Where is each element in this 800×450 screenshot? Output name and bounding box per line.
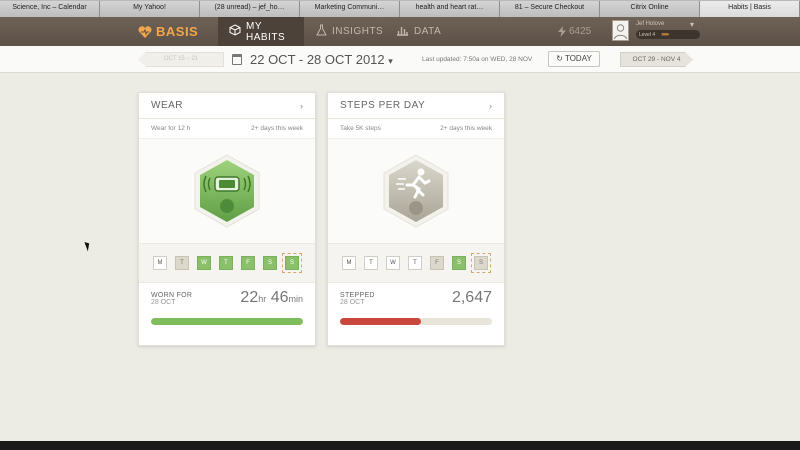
day-saturday[interactable]: S (452, 256, 466, 270)
habit-card-steps: STEPS PER DAY › Take 5K steps 2+ days th… (327, 92, 505, 346)
card-title: STEPS PER DAY (340, 100, 426, 111)
date-range-selector[interactable]: 22 OCT - 28 OCT 2012 ▾ (250, 52, 393, 67)
nav-data[interactable]: DATA (396, 17, 441, 46)
wear-watch-badge-icon (194, 154, 260, 228)
browser-tab[interactable]: health and heart rat… (400, 1, 500, 17)
user-level-label: Level 4 (639, 31, 656, 38)
avatar[interactable] (612, 20, 629, 41)
stat-value: 2,647 (451, 289, 492, 306)
running-man-badge-icon (383, 154, 449, 228)
date-range-label: 22 OCT - 28 OCT 2012 (250, 52, 385, 67)
progress-bar-fill (151, 318, 303, 325)
weekday-tracker: M T W T F S S (139, 243, 315, 283)
browser-tab[interactable]: My Yahoo! (100, 1, 200, 17)
habit-card-wear: WEAR › Wear for 12 h 2+ days this week M… (138, 92, 316, 346)
weekday-tracker: M T W T F S S (328, 243, 504, 283)
card-goal-row: Wear for 12 h 2+ days this week (139, 119, 315, 139)
calendar-icon[interactable] (232, 54, 242, 65)
last-updated-text: Last updated: 7:50a on WED, 28 NOV (422, 56, 533, 63)
browser-tab[interactable]: Marketing Communi… (300, 1, 400, 17)
card-header[interactable]: STEPS PER DAY › (328, 93, 504, 119)
taskbar-strip (0, 441, 800, 450)
app-header: BASIS MY HABITS INSIGHTS DATA 6425 Jef H… (0, 17, 800, 46)
browser-tab-active[interactable]: Habits | Basis (700, 1, 800, 17)
chevron-down-icon: ▾ (388, 56, 393, 66)
mouse-cursor-icon (84, 240, 92, 252)
badge-area (139, 139, 315, 243)
day-wednesday[interactable]: W (197, 256, 211, 270)
card-title: WEAR (151, 100, 183, 111)
progress-bar (340, 318, 492, 325)
day-sunday-selected[interactable]: S (471, 253, 491, 273)
hours-value: 22 (240, 289, 259, 306)
level-chevrons-icon: ››››››› (661, 31, 669, 38)
bar-chart-icon (396, 25, 409, 39)
lightning-icon (558, 26, 566, 37)
browser-tab[interactable]: Science, Inc – Calendar (0, 1, 100, 17)
stat-value: 22hr 46min (240, 289, 303, 307)
prev-week-button[interactable]: OCT 15 – 21 (138, 52, 224, 67)
day-tuesday[interactable]: T (175, 256, 189, 270)
day-monday[interactable]: M (153, 256, 167, 270)
nav-label: MY HABITS (246, 20, 286, 43)
stat-row: WORN FOR 28 OCT 22hr 46min (139, 283, 315, 333)
progress-bar (151, 318, 303, 325)
points-value: 6425 (569, 26, 592, 37)
hours-unit: hr (258, 294, 267, 304)
nav-label: DATA (414, 26, 442, 37)
logo-text: BASIS (156, 24, 199, 39)
progress-bar-fill (340, 318, 421, 325)
habit-frequency: 2+ days this week (440, 125, 492, 132)
day-thursday[interactable]: T (408, 256, 422, 270)
today-button[interactable]: ↻ TODAY (548, 51, 600, 67)
refresh-icon: ↻ (556, 54, 563, 63)
minutes-value: 46 (270, 289, 289, 306)
card-header[interactable]: WEAR › (139, 93, 315, 119)
heart-logo-icon (138, 25, 152, 38)
user-name[interactable]: Jef Holove (636, 21, 664, 27)
habit-frequency: 2+ days this week (251, 125, 303, 132)
day-friday[interactable]: F (241, 256, 255, 270)
browser-tab[interactable]: Citrix Online (600, 1, 700, 17)
basis-logo[interactable]: BASIS (138, 24, 198, 39)
day-sunday-selected[interactable]: S (282, 253, 302, 273)
chevron-right-icon: › (489, 100, 492, 111)
day-monday[interactable]: M (342, 256, 356, 270)
day-friday[interactable]: F (430, 256, 444, 270)
nav-label: INSIGHTS (332, 26, 384, 37)
day-saturday[interactable]: S (263, 256, 277, 270)
date-bar: OCT 15 – 21 22 OCT - 28 OCT 2012 ▾ Last … (0, 46, 800, 73)
day-tuesday[interactable]: T (364, 256, 378, 270)
minutes-unit: min (288, 294, 303, 304)
nav-insights[interactable]: INSIGHTS (316, 17, 383, 46)
today-label: TODAY (564, 54, 592, 63)
browser-tab-bar: Science, Inc – Calendar My Yahoo! (28 un… (0, 0, 800, 17)
habit-goal: Wear for 12 h (151, 125, 191, 132)
user-level-badge: Level 4 ››››››› (636, 30, 700, 39)
day-wednesday[interactable]: W (386, 256, 400, 270)
card-goal-row: Take 5K steps 2+ days this week (328, 119, 504, 139)
next-week-button[interactable]: OCT 29 - NOV 4 (620, 52, 693, 67)
badge-area (328, 139, 504, 243)
chevron-right-icon: › (300, 100, 303, 111)
browser-tab[interactable]: (28 unread) – jef_ho… (200, 1, 300, 17)
day-thursday[interactable]: T (219, 256, 233, 270)
flask-icon (316, 24, 327, 39)
nav-my-habits[interactable]: MY HABITS (218, 17, 304, 46)
browser-tab[interactable]: 81 – Secure Checkout (500, 1, 600, 17)
cube-icon (229, 24, 241, 39)
points-display: 6425 (558, 26, 591, 37)
chevron-down-icon[interactable]: ▾ (690, 20, 694, 29)
stat-row: STEPPED 28 OCT 2,647 (328, 283, 504, 333)
habit-goal: Take 5K steps (340, 125, 381, 132)
